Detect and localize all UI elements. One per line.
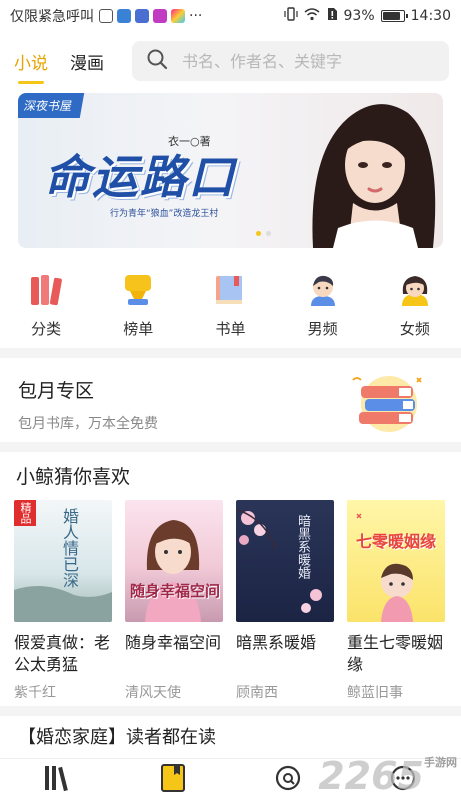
status-bar: 仅限紧急呼叫 ··· 93% 14:30 [0, 0, 461, 32]
nav-bookstore[interactable] [153, 762, 193, 798]
bookstore-icon [160, 763, 186, 797]
category-row: 分类 榜单 书单 男频 女频 [0, 270, 461, 348]
search-icon [146, 48, 168, 74]
section-divider [0, 348, 461, 358]
book-author: 紫千红 [14, 685, 56, 701]
wifi-icon [304, 7, 320, 25]
recommend-title: 小鲸猜你喜欢 [16, 466, 131, 488]
book-title: 随身幸福空间 [125, 633, 222, 652]
book-stack-illustration [352, 376, 422, 432]
book-cover: 暗黑系暖婚 [236, 500, 334, 622]
app-m-notification-icon [153, 9, 167, 23]
image-notification-icon [135, 9, 149, 23]
top-bar: 小说 漫画 [0, 32, 461, 90]
nav-bookshelf[interactable] [38, 762, 78, 798]
category-label: 书单 [215, 320, 246, 338]
bookshelf-icon [43, 764, 73, 796]
battery-icon [380, 10, 408, 22]
category-classify[interactable]: 分类 [6, 270, 86, 348]
category-female[interactable]: 女频 [375, 270, 455, 348]
app-notification-icon [99, 9, 113, 23]
book-cover-title: 婚人情已深 [60, 508, 79, 588]
book-card[interactable]: 暗黑系暖婚 暗黑系暖婚 顾南西 [236, 500, 334, 702]
book-author: 清风天使 [125, 685, 181, 701]
book-cover-title: 暗黑系暖婚 [295, 514, 310, 579]
monthly-zone[interactable]: 包月专区 包月书库，万本全免费 [0, 358, 461, 442]
banner-subtitle: 行为青年“狼血”改造龙王村 [110, 209, 219, 219]
section-divider [0, 442, 461, 452]
vibrate-icon [283, 7, 298, 25]
status-time: 14:30 [410, 8, 451, 24]
girl-icon [394, 270, 436, 310]
booklist-icon [209, 270, 251, 310]
book-author: 鲸蓝旧事 [347, 685, 403, 701]
banner-ribbon: 深夜书屋 [18, 93, 85, 118]
battery-percent: 93% [343, 8, 375, 24]
banner-girl-illustration [312, 104, 436, 248]
book-title: 重生七零暖姻缘 [347, 633, 444, 674]
search-input[interactable] [182, 51, 412, 71]
search-bar[interactable] [132, 41, 449, 81]
more-notifications-icon: ··· [189, 8, 203, 24]
boy-icon [302, 270, 344, 310]
section-title-family: 【婚恋家庭】读者都在读 [18, 727, 216, 748]
book-card[interactable]: 七零暖姻缘 重生七零暖姻缘 鲸蓝旧事 [347, 500, 445, 702]
watermark-number: 2265 [318, 754, 424, 798]
tab-novel[interactable]: 小说 [12, 45, 50, 84]
book-card[interactable]: 随身幸福空间 随身幸福空间 清风天使 [125, 500, 223, 702]
category-ranking[interactable]: 榜单 [98, 270, 178, 348]
discover-icon [274, 764, 302, 796]
book-cover-title: 七零暖姻缘 [355, 532, 436, 551]
book-title: 暗黑系暖婚 [236, 633, 317, 652]
section-divider [0, 706, 461, 716]
category-label: 男频 [307, 320, 338, 338]
status-carrier-text: 仅限紧急呼叫 [10, 9, 94, 25]
book-cover: 随身幸福空间 [125, 500, 223, 622]
category-label: 女频 [399, 320, 430, 338]
category-label: 分类 [31, 320, 62, 338]
book-card[interactable]: 精品 婚人情已深 假爱真做：老公太勇猛 紫千红 [14, 500, 112, 702]
books-stack-icon [25, 270, 67, 310]
banner-title: 命运路口 [44, 150, 236, 204]
colorful-notification-icon [171, 9, 185, 23]
shield-notification-icon [117, 9, 131, 23]
tab-comic[interactable]: 漫画 [68, 45, 106, 78]
watermark-suffix: 手游网 [424, 756, 457, 769]
category-booklist[interactable]: 书单 [190, 270, 270, 348]
book-cover-title: 随身幸福空间 [129, 582, 220, 600]
sim-alert-icon [326, 7, 338, 25]
site-watermark: 2265手游网 [318, 754, 457, 798]
banner-pager [256, 231, 271, 236]
book-cover: 七零暖姻缘 [347, 500, 445, 622]
trophy-icon [117, 270, 159, 310]
nav-discover[interactable] [268, 762, 308, 798]
promo-banner[interactable]: 深夜书屋 衣一○著 命运路口 行为青年“狼血”改造龙王村 [18, 93, 443, 248]
banner-dot[interactable] [266, 231, 271, 236]
category-male[interactable]: 男频 [283, 270, 363, 348]
banner-dot[interactable] [256, 231, 261, 236]
book-author: 顾南西 [236, 685, 278, 701]
book-cover: 精品 婚人情已深 [14, 500, 112, 622]
category-label: 榜单 [123, 320, 154, 338]
recommend-book-list: 精品 婚人情已深 假爱真做：老公太勇猛 紫千红 随身幸福空间 随身幸福空间 清风… [0, 500, 461, 702]
book-title: 假爱真做：老公太勇猛 [14, 633, 111, 674]
